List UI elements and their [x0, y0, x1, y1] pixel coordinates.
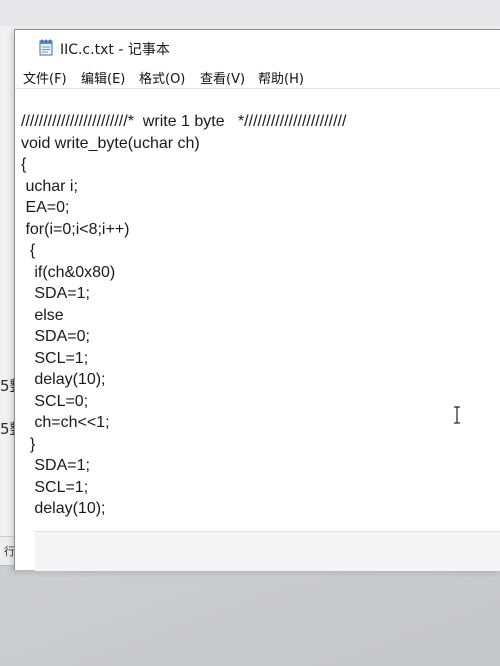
code-line: SDA=0;	[21, 328, 90, 345]
code-line: SDA=1;	[21, 457, 90, 474]
background-titlebar	[0, 0, 500, 26]
horizontal-scrollbar[interactable]	[35, 531, 500, 571]
notepad-file-icon	[39, 39, 53, 56]
code-line: {	[21, 156, 27, 173]
text-ibeam-cursor-icon	[454, 406, 460, 424]
menu-help[interactable]: 帮助(H)	[258, 68, 304, 87]
code-line: SDA=1;	[21, 285, 90, 302]
code-line: ////////////////////////* write 1 byte *…	[21, 113, 347, 130]
code-line: delay(10);	[21, 500, 106, 517]
code-line: for(i=0;i<8;i++)	[21, 220, 130, 238]
menu-file[interactable]: 文件(F)	[23, 68, 67, 87]
code-line: }	[21, 435, 36, 453]
code-line: uchar i;	[21, 177, 78, 195]
code-line: SCL=1;	[21, 478, 89, 496]
menu-view[interactable]: 查看(V)	[200, 68, 245, 87]
code-line: ch=ch<<1;	[21, 414, 110, 431]
text-editor[interactable]: ////////////////////////* write 1 byte *…	[15, 89, 500, 529]
code-line: void write_byte(uchar ch)	[21, 134, 200, 152]
window-title: IIC.c.txt - 记事本	[60, 42, 170, 58]
code-line: delay(10);	[21, 371, 106, 388]
code-line: SCL=1;	[21, 349, 89, 367]
menu-format[interactable]: 格式(O)	[139, 68, 185, 87]
code-line: if(ch&0x80)	[21, 263, 116, 281]
menu-edit[interactable]: 编辑(E)	[81, 68, 125, 87]
menu-bar: 文件(F) 编辑(E) 格式(O) 查看(V) 帮助(H)	[15, 64, 500, 89]
title-bar[interactable]: IIC.c.txt - 记事本	[15, 30, 500, 64]
code-line: EA=0;	[21, 199, 70, 216]
code-line: else	[21, 306, 64, 324]
code-line: SCL=0;	[21, 392, 89, 410]
notepad-window: IIC.c.txt - 记事本 文件(F) 编辑(E) 格式(O) 查看(V) …	[14, 29, 500, 571]
code-line: {	[21, 242, 36, 259]
code-text: ////////////////////////* write 1 byte *…	[21, 111, 346, 520]
